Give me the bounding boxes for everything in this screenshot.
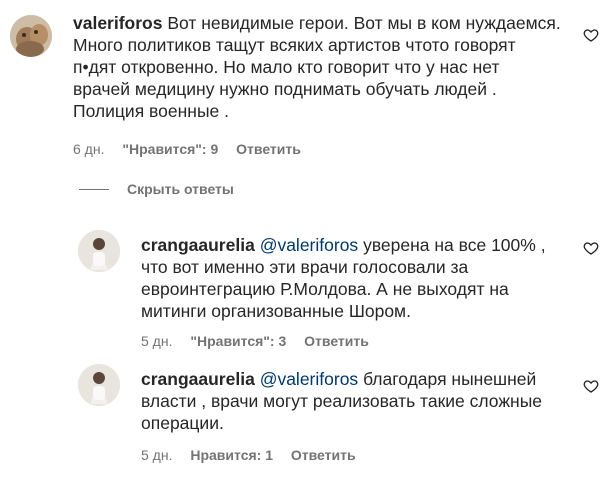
comment-time[interactable]: 6 дн. — [73, 141, 104, 157]
comment-text: valeriforos Вот невидимые герои. Вот мы … — [73, 12, 573, 122]
comment-meta: 5 дн. Нравится: 1 Ответить — [141, 447, 370, 463]
comment-text: crangaaurelia @valeriforos уверена на вс… — [141, 234, 561, 322]
comment: valeriforos Вот невидимые герои. Вот мы … — [0, 0, 606, 170]
reply-button[interactable]: Ответить — [236, 141, 301, 157]
mention-link[interactable]: @valeriforos — [260, 235, 359, 255]
comment-line: уверена на все 100% , — [363, 235, 546, 255]
mention-link[interactable]: @valeriforos — [260, 369, 359, 389]
hide-replies-button[interactable]: Скрыть ответы — [79, 181, 234, 197]
comment-line: митинги организованные Шором. — [141, 301, 411, 321]
comment-line: врачей медицину нужно поднимать обучать … — [73, 79, 497, 99]
comment-meta: 6 дн. "Нравится": 9 Ответить — [73, 141, 315, 157]
comment-line: п•дят откровенно. Но мало кто говорит чт… — [73, 57, 500, 77]
comment-username[interactable]: crangaaurelia — [141, 235, 255, 255]
heart-outline-icon[interactable] — [583, 27, 599, 43]
likes-count[interactable]: "Нравится": 3 — [190, 333, 286, 349]
comment-time[interactable]: 5 дн. — [141, 333, 172, 349]
comment-username[interactable]: crangaaurelia — [141, 369, 255, 389]
comment-line: Вот невидимые герои. Вот мы в ком нуждае… — [167, 13, 561, 33]
avatar-photo-icon — [10, 15, 52, 57]
reply-comment: crangaaurelia @valeriforos благодаря нын… — [0, 356, 606, 476]
comment-line: операции. — [141, 413, 224, 433]
comment-line: евроинтеграцию Р.Молдова. А не выходят н… — [141, 279, 509, 299]
comment-username[interactable]: valeriforos — [73, 13, 162, 33]
reply-comment: crangaaurelia @valeriforos уверена на вс… — [0, 222, 606, 352]
hide-replies-label: Скрыть ответы — [127, 181, 234, 197]
reply-button[interactable]: Ответить — [304, 333, 369, 349]
reply-button[interactable]: Ответить — [291, 447, 356, 463]
comment-meta: 5 дн. "Нравится": 3 Ответить — [141, 333, 383, 349]
avatar[interactable] — [10, 15, 52, 57]
avatar-photo-icon — [78, 230, 120, 272]
likes-count[interactable]: "Нравится": 9 — [122, 141, 218, 157]
heart-outline-icon[interactable] — [583, 240, 599, 256]
heart-outline-icon[interactable] — [583, 378, 599, 394]
avatar[interactable] — [78, 230, 120, 272]
comment-line: благодаря нынешней — [363, 369, 537, 389]
comment-line: Много политиков тащут всяких артистов чт… — [73, 35, 516, 55]
comment-line: Полиция военные . — [73, 101, 229, 121]
avatar-photo-icon — [78, 364, 120, 406]
comment-line: власти , врачи могут реализовать такие с… — [141, 391, 543, 411]
comment-time[interactable]: 5 дн. — [141, 447, 172, 463]
comment-line: что вот именно эти врачи голосовали за — [141, 257, 469, 277]
comment-text: crangaaurelia @valeriforos благодаря нын… — [141, 368, 561, 434]
divider — [79, 188, 109, 190]
avatar[interactable] — [78, 364, 120, 406]
likes-count[interactable]: Нравится: 1 — [190, 447, 273, 463]
